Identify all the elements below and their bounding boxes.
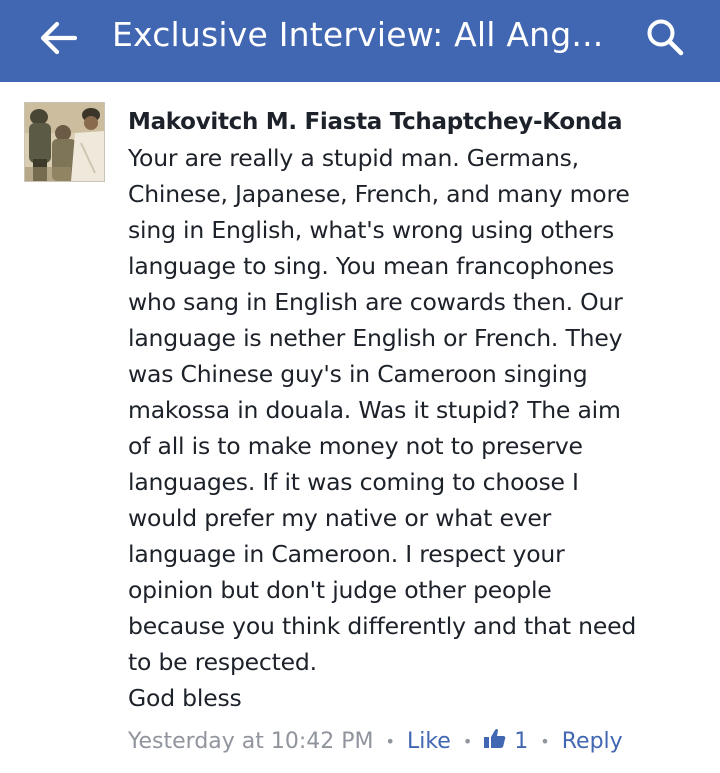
comment-line: Chinese, Japanese, French, and many more bbox=[128, 180, 630, 208]
comment-line: God bless bbox=[128, 684, 242, 712]
comment-line: language is nether English or French. Th… bbox=[128, 324, 623, 352]
comment-line: language to sing. You mean francophones bbox=[128, 252, 615, 280]
top-app-bar: Exclusive Interview: All Ang... bbox=[0, 0, 720, 82]
page-title: Exclusive Interview: All Ang... bbox=[112, 15, 604, 54]
comment-line: was Chinese guy's in Cameroon singing bbox=[128, 360, 588, 388]
separator-dot: • bbox=[462, 731, 473, 751]
profile-photo bbox=[25, 103, 104, 181]
comment-line: Your are really a stupid man. Germans, bbox=[128, 144, 579, 172]
arrow-left-icon bbox=[39, 21, 78, 59]
comment-line: makossa in douala. Was it stupid? The ai… bbox=[128, 396, 621, 424]
search-icon bbox=[645, 17, 685, 61]
comment-line: language in Cameroon. I respect your bbox=[128, 540, 565, 568]
thumbs-up-icon bbox=[484, 728, 514, 754]
comment-line: languages. If it was coming to choose I bbox=[128, 468, 579, 496]
back-button[interactable] bbox=[36, 18, 80, 62]
comment-line: because you think differently and that n… bbox=[128, 612, 637, 640]
like-button[interactable]: Like bbox=[407, 729, 451, 754]
separator-dot: • bbox=[385, 731, 395, 751]
comment-line: to be respected. bbox=[128, 648, 317, 676]
comment-line: opinion but don't judge other people bbox=[128, 576, 552, 604]
comment-timestamp: Yesterday at 10:42 PM bbox=[128, 728, 374, 754]
avatar[interactable] bbox=[24, 102, 105, 182]
comment-actions: Yesterday at 10:42 PM • Like • 1 • Reply bbox=[128, 724, 623, 758]
like-count[interactable]: 1 bbox=[484, 728, 528, 754]
comment: Makovitch M. Fiasta Tchaptchey-Konda You… bbox=[128, 106, 708, 716]
comment-author[interactable]: Makovitch M. Fiasta Tchaptchey-Konda bbox=[128, 106, 708, 138]
reply-button[interactable]: Reply bbox=[562, 729, 623, 754]
like-count-number: 1 bbox=[514, 728, 529, 754]
comment-line: would prefer my native or what ever bbox=[128, 504, 552, 532]
comment-line: who sang in English are cowards then. Ou… bbox=[128, 288, 623, 316]
separator-dot: • bbox=[540, 731, 550, 751]
search-button[interactable] bbox=[642, 16, 688, 62]
comment-line: sing in English, what's wrong using othe… bbox=[128, 216, 615, 244]
comment-body: Your are really a stupid man. Germans, C… bbox=[128, 140, 708, 716]
comment-line: of all is to make money not to preserve bbox=[128, 432, 583, 460]
